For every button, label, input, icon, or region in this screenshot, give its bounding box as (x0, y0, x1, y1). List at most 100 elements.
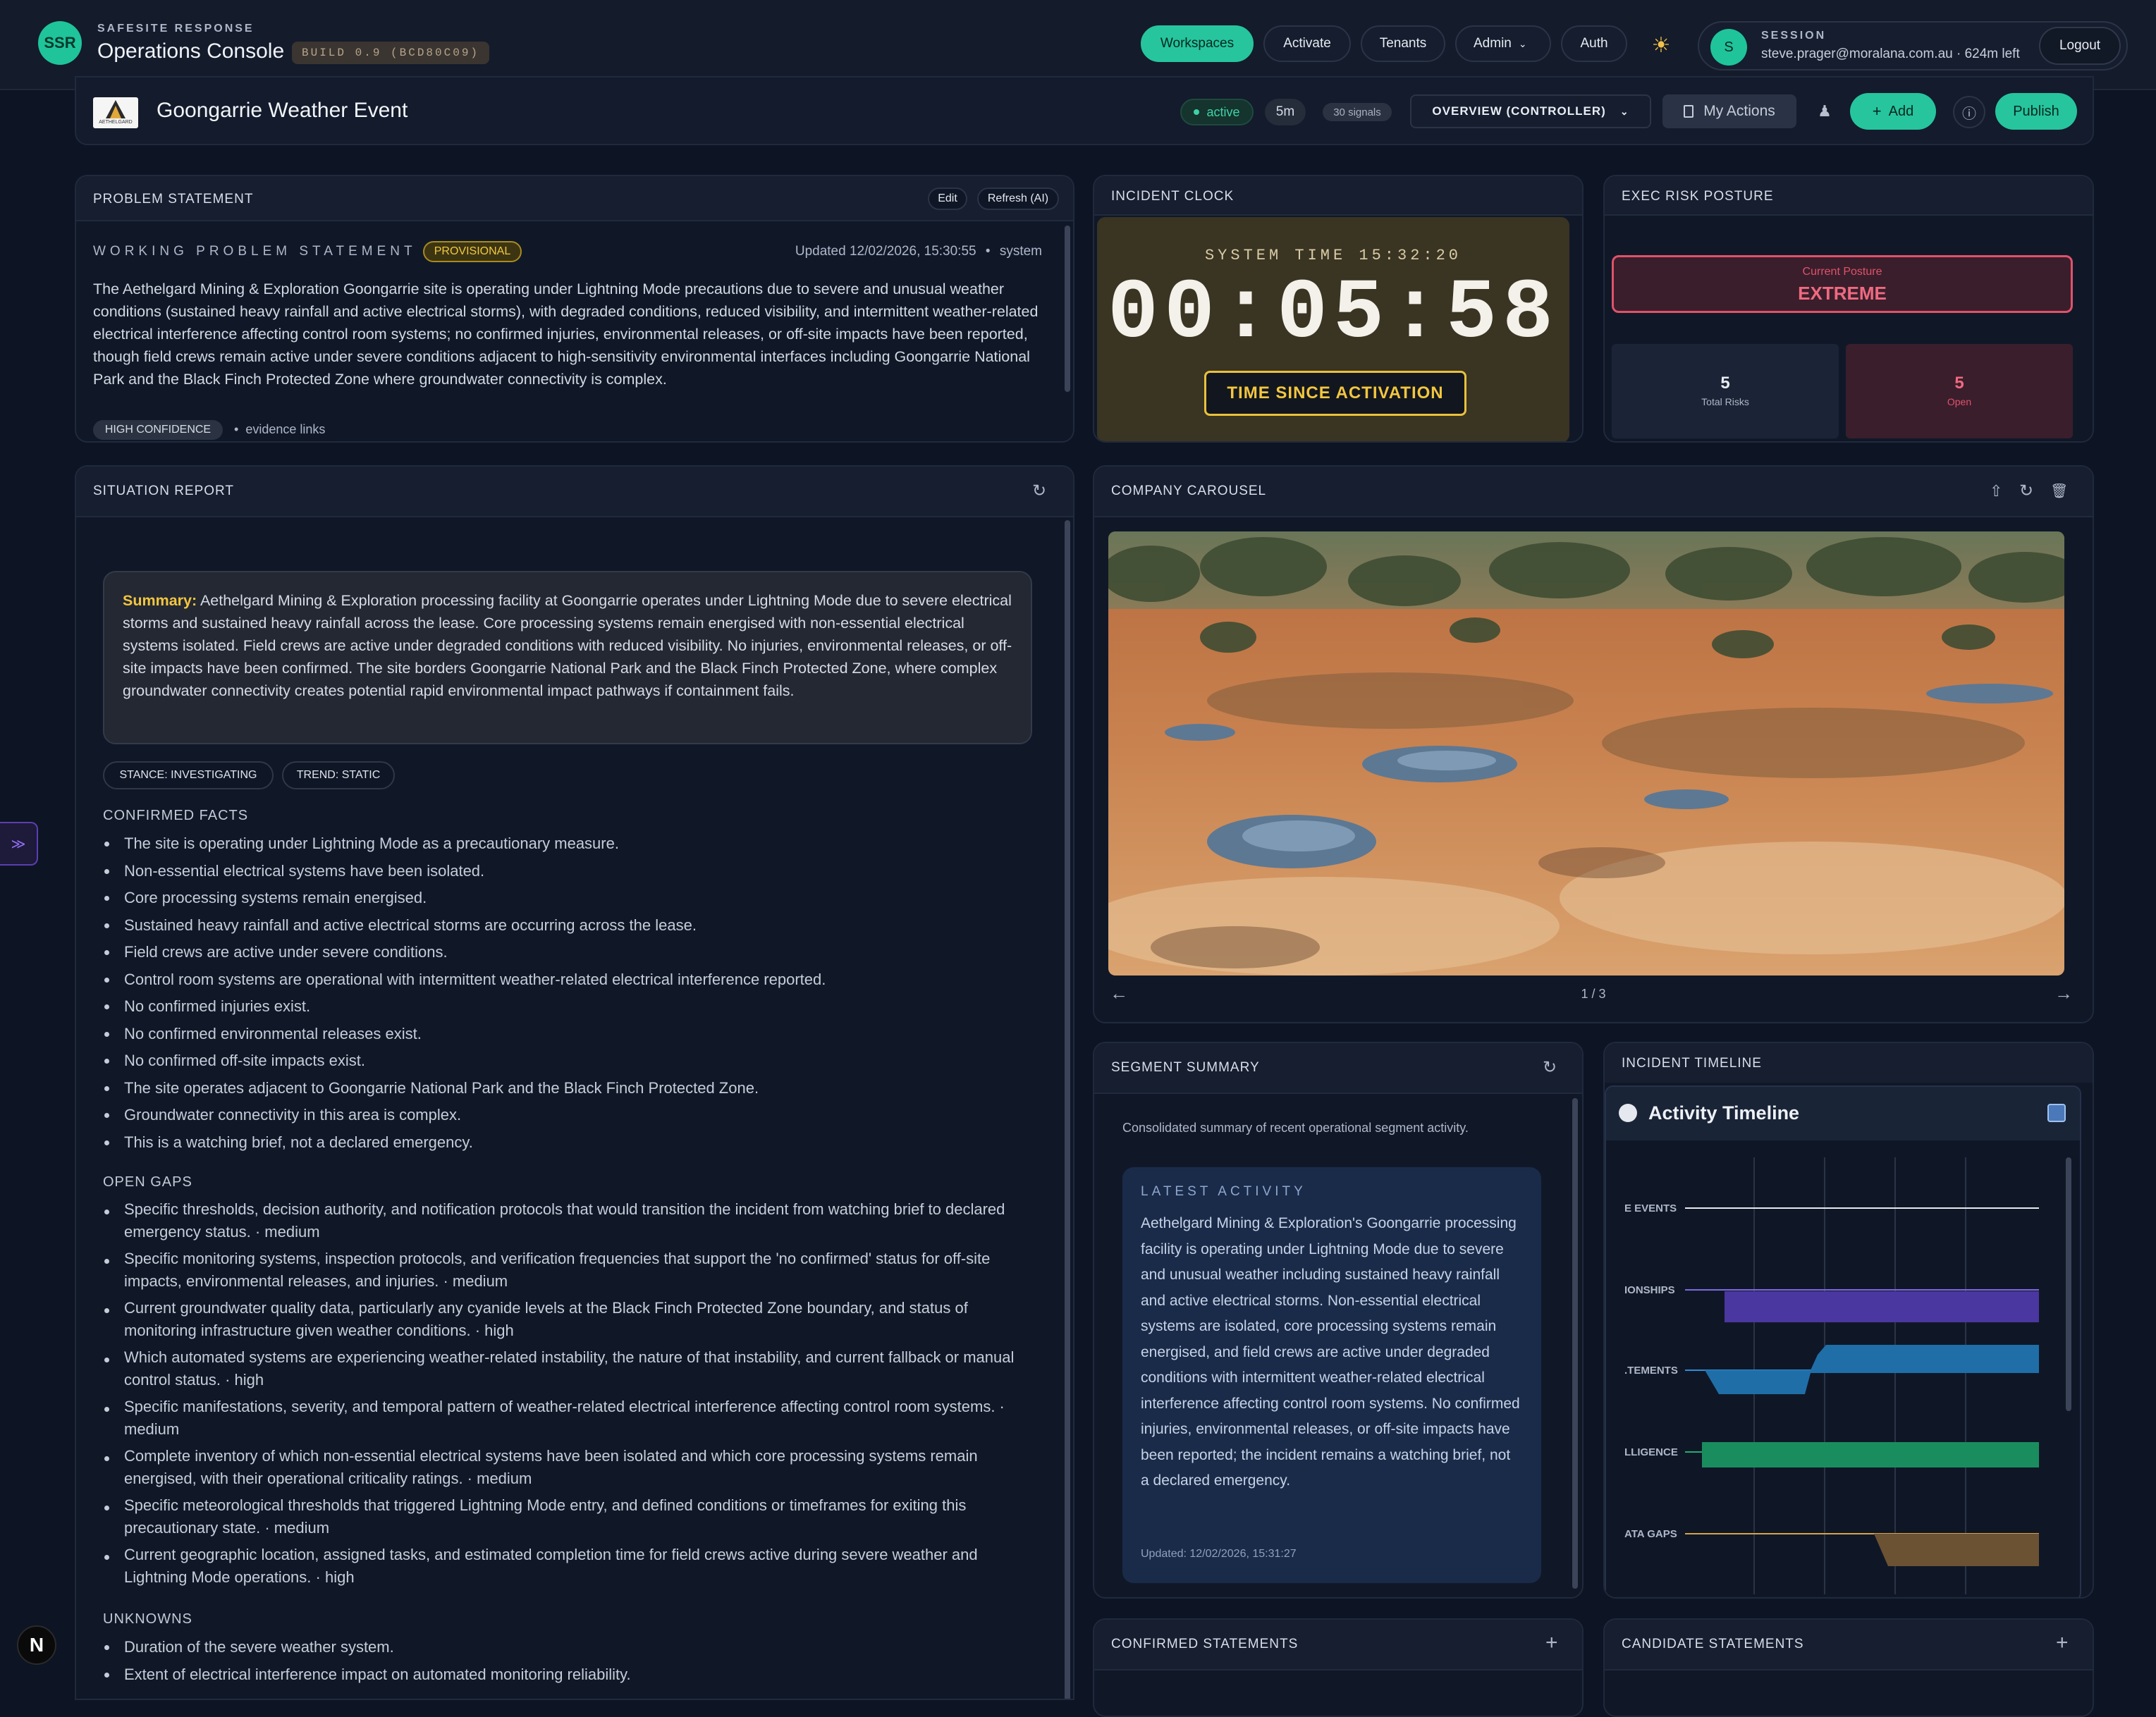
evidence-links[interactable]: • evidence links (234, 422, 325, 437)
list-item: Extent of electrical interference impact… (103, 1661, 1032, 1689)
open-risks-tile[interactable]: 5 Open (1846, 344, 2073, 438)
card-title: PROBLEM STATEMENT (93, 192, 254, 207)
edit-button[interactable]: Edit (928, 187, 967, 210)
timeline-heading: Activity Timeline (1648, 1102, 1800, 1124)
elapsed-time: 00:05:58 (1107, 266, 1560, 362)
app-logo[interactable]: SSR (38, 21, 82, 65)
nav-admin[interactable]: Admin ⌄ (1455, 25, 1551, 62)
segment-intro: Consolidated summary of recent operation… (1122, 1121, 1469, 1135)
card-header: INCIDENT CLOCK (1094, 176, 1582, 216)
card-header: PROBLEM STATEMENT Edit Refresh (AI) (76, 176, 1073, 221)
list-item: Core processing systems remain energised… (103, 885, 1048, 912)
confirmed-facts-list: The site is operating under Lightning Mo… (103, 830, 1048, 1156)
add-button[interactable]: + Add (1850, 93, 1936, 130)
clock-panel: SYSTEM TIME 15:32:20 00:05:58 TIME SINCE… (1097, 217, 1569, 441)
total-risks-tile[interactable]: 5 Total Risks (1612, 344, 1839, 438)
scrollbar[interactable] (1572, 1098, 1578, 1589)
avatar[interactable]: S (1710, 29, 1747, 66)
refresh-icon[interactable]: ↻ (1543, 1057, 1557, 1078)
card-title: EXEC RISK POSTURE (1622, 189, 1774, 204)
list-item: Specific manifestations, severity, and t… (103, 1396, 1032, 1440)
logout-button[interactable]: Logout (2039, 27, 2121, 65)
plus-icon[interactable]: + (1545, 1631, 1558, 1655)
card-title: COMPANY CAROUSEL (1111, 484, 1267, 498)
system-time: SYSTEM TIME 15:32:20 (1204, 247, 1462, 264)
refresh-ai-button[interactable]: Refresh (AI) (977, 187, 1059, 210)
status-label: active (1206, 104, 1240, 119)
latest-activity-text: Aethelgard Mining & Exploration's Goonga… (1141, 1215, 1520, 1489)
card-header: COMPANY CAROUSEL ⇧ ↻ 🗑 (1094, 467, 2093, 517)
timeline-row-label: LLIGENCE (1624, 1446, 1678, 1458)
candidate-statements-card: CANDIDATE STATEMENTS + (1603, 1618, 2094, 1717)
list-item: Sustained heavy rainfall and active elec… (103, 912, 1048, 940)
view-select[interactable]: OVERVIEW (CONTROLLER) ⌄ (1410, 94, 1651, 128)
trash-icon[interactable]: 🗑 (2050, 482, 2068, 500)
summary-text: Aethelgard Mining & Exploration processi… (123, 592, 1012, 699)
open-risks-label: Open (1947, 396, 1972, 407)
nav-workspaces[interactable]: Workspaces (1141, 25, 1254, 62)
carousel-counter: 1 / 3 (1581, 987, 1606, 1001)
plus-icon[interactable]: + (2056, 1631, 2069, 1655)
list-item: Duration of the severe weather system. (103, 1634, 1032, 1661)
upload-icon[interactable]: ⇧ (1990, 482, 2002, 500)
nav-admin-label: Admin (1474, 36, 1512, 51)
list-item: The site is operating under Lightning Mo… (103, 830, 1048, 858)
confirmed-statements-card: CONFIRMED STATEMENTS + (1093, 1618, 1584, 1717)
refresh-icon[interactable]: ↻ (1032, 481, 1046, 501)
list-item: Current geographic location, assigned ta… (103, 1544, 1032, 1588)
separator-dot: • (234, 422, 239, 436)
nav-auth[interactable]: Auth (1561, 25, 1627, 62)
timeline-header: Activity Timeline (1606, 1087, 2080, 1140)
incident-clock-card: INCIDENT CLOCK SYSTEM TIME 15:32:20 00:0… (1093, 175, 1584, 443)
problem-text: The Aethelgard Mining & Exploration Goon… (93, 281, 1039, 388)
next-arrow-icon[interactable]: → (2054, 983, 2073, 1004)
scrollbar[interactable] (2066, 1157, 2071, 1411)
list-item: Specific thresholds, decision authority,… (103, 1198, 1032, 1243)
workspace-bar: AETHELGARD Goongarrie Weather Event acti… (75, 76, 2094, 145)
theme-toggle-sun-icon[interactable]: ☀ (1648, 32, 1674, 58)
working-statement-heading: WORKING PROBLEM STATEMENT (93, 244, 417, 259)
summary-box: Summary: Aethelgard Mining & Exploration… (103, 571, 1032, 744)
nav-activate[interactable]: Activate (1263, 25, 1351, 62)
card-header: CONFIRMED STATEMENTS + (1094, 1620, 1582, 1670)
company-logo: AETHELGARD (93, 97, 138, 128)
scrollbar[interactable] (1065, 520, 1070, 1699)
timeline-panel: Activity Timeline E EVENTS IONSHIPS .TEM… (1605, 1085, 2081, 1597)
refresh-icon[interactable]: ↻ (2019, 481, 2033, 501)
confirmed-facts-heading: CONFIRMED FACTS (103, 808, 249, 823)
duration-badge: 5m (1265, 99, 1306, 125)
chevron-down-icon: ⌄ (1619, 105, 1629, 117)
session-user: steve.prager@moralana.com.au · 624m left (1761, 47, 2020, 61)
info-icon[interactable]: ⓘ (1953, 96, 1985, 128)
trend-badge: TREND: STATIC (282, 761, 395, 789)
scrollbar[interactable] (1065, 226, 1070, 392)
timeline-row-label: .TEMENTS (1624, 1365, 1678, 1377)
card-title: CONFIRMED STATEMENTS (1111, 1637, 1299, 1651)
list-item: Groundwater connectivity in this area is… (103, 1102, 1048, 1129)
list-item: Current groundwater quality data, partic… (103, 1297, 1032, 1341)
open-gaps-list: Specific thresholds, decision authority,… (103, 1198, 1032, 1593)
timeline-row-label: IONSHIPS (1624, 1284, 1675, 1296)
n-badge-icon[interactable]: N (17, 1625, 56, 1665)
side-drawer-tab[interactable]: ≫ (0, 822, 38, 866)
status-dot-icon (1194, 109, 1200, 115)
list-item: This is a watching brief, not a declared… (103, 1129, 1048, 1157)
card-title: CANDIDATE STATEMENTS (1622, 1637, 1804, 1651)
publish-button[interactable]: Publish (1995, 93, 2077, 130)
carousel-image[interactable] (1108, 531, 2064, 976)
clock-icon (1619, 1104, 1637, 1122)
updated-author: system (999, 244, 1042, 259)
exec-risk-posture-card: EXEC RISK POSTURE Current Posture EXTREM… (1603, 175, 2094, 443)
fullscreen-icon[interactable] (2047, 1104, 2066, 1122)
users-icon[interactable]: ♟ (1811, 99, 1839, 124)
updated-text: Updated 12/02/2026, 15:30:55 (795, 244, 976, 259)
app-title: Operations Console (97, 39, 285, 63)
session-panel: S SESSION steve.prager@moralana.com.au ·… (1698, 21, 2128, 70)
segment-summary-card: SEGMENT SUMMARY ↻ Consolidated summary o… (1093, 1042, 1584, 1599)
my-actions-button[interactable]: My Actions (1662, 94, 1796, 128)
nav-tenants[interactable]: Tenants (1361, 25, 1445, 62)
confidence-badge: HIGH CONFIDENCE (93, 420, 223, 440)
open-gaps-heading: OPEN GAPS (103, 1174, 192, 1190)
total-risks-label: Total Risks (1701, 396, 1749, 407)
unknowns-heading: UNKNOWNS (103, 1611, 192, 1627)
